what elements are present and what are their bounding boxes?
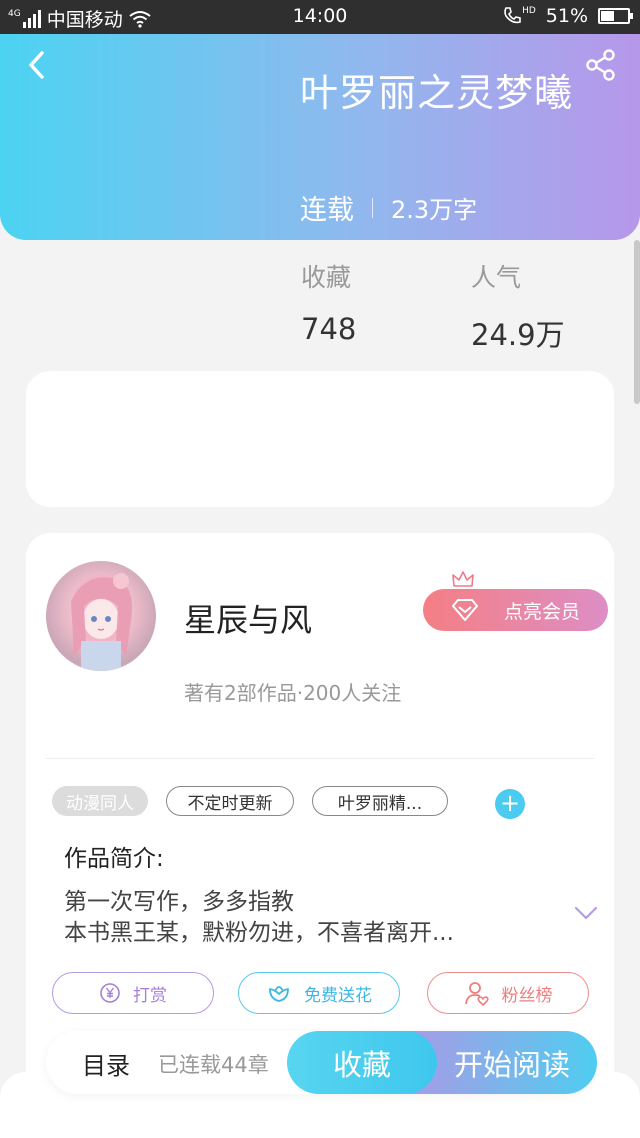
chapter-count[interactable]: 已连载44章 xyxy=(158,1049,269,1079)
avatar[interactable] xyxy=(46,561,156,671)
book-header: 叶罗丽之灵梦曦 连载 2.3万字 xyxy=(0,34,640,240)
collect-label: 收藏 xyxy=(332,1047,391,1082)
popularity-label: 人气 xyxy=(471,263,522,292)
avatar-illustration xyxy=(71,573,132,671)
intro-text[interactable]: 第一次写作，多多指教 本书黑王某，默粉勿进，不喜者离开... xyxy=(64,887,454,949)
author-name[interactable]: 星辰与风 xyxy=(184,595,312,641)
book-title: 叶罗丽之灵梦曦 xyxy=(300,71,574,115)
phone-icon: HD xyxy=(502,6,536,26)
reward-button[interactable]: 打赏 xyxy=(52,972,214,1014)
favorites-label: 收藏 xyxy=(301,263,352,292)
diamond-icon xyxy=(452,599,478,621)
vip-button-label: 点亮会员 xyxy=(503,600,580,623)
word-count: 2.3万字 xyxy=(391,196,478,224)
battery-icon xyxy=(598,8,633,24)
battery-percent: 51% xyxy=(545,5,588,27)
popularity-stat: 人气 24.9万 xyxy=(471,258,565,354)
bottom-action-bar: 目录 已连载44章 开始阅读 收藏 xyxy=(46,1031,597,1094)
book-meta: 连载 2.3万字 xyxy=(300,188,477,227)
serial-status: 连载 xyxy=(300,195,354,226)
toc-button[interactable]: 目录 xyxy=(82,1046,130,1081)
flower-icon xyxy=(269,986,289,1002)
status-right: HD 51% xyxy=(502,5,633,27)
meta-divider xyxy=(372,197,373,218)
scrollbar[interactable] xyxy=(634,240,640,404)
crown-icon xyxy=(452,571,474,587)
intro-line-2: 本书黑王某，默粉勿进，不喜者离开... xyxy=(64,920,454,946)
favorites-value: 748 xyxy=(301,312,357,346)
tag-category[interactable]: 动漫同人 xyxy=(52,786,148,816)
battery-fill xyxy=(601,11,615,21)
tag-series[interactable]: 叶罗丽精... xyxy=(312,786,448,816)
tag-update[interactable]: 不定时更新 xyxy=(166,786,294,816)
favorites-stat: 收藏 748 xyxy=(301,258,356,346)
collect-button[interactable]: 收藏 xyxy=(287,1031,437,1094)
status-bar: 4G 中国移动 14:00 HD 51% xyxy=(0,0,640,34)
intro-line-1: 第一次写作，多多指教 xyxy=(64,889,294,915)
tag-list: 动漫同人 不定时更新 叶罗丽精... xyxy=(52,786,448,816)
fans-label: 粉丝榜 xyxy=(501,985,553,1006)
send-flower-button[interactable]: 免费送花 xyxy=(238,972,400,1014)
author-info: 著有2部作品·200人关注 xyxy=(184,681,402,705)
popularity-value: 24.9万 xyxy=(471,318,565,352)
reward-label: 打赏 xyxy=(133,985,167,1006)
flower-label: 免费送花 xyxy=(304,985,372,1006)
hd-label: HD xyxy=(522,6,536,16)
vip-button[interactable]: 点亮会员 xyxy=(423,589,608,631)
intro-title: 作品简介: xyxy=(64,846,164,872)
back-icon[interactable] xyxy=(20,48,54,82)
user-heart-icon xyxy=(464,982,489,1006)
start-reading-label: 开始阅读 xyxy=(453,1047,570,1082)
plus-icon[interactable]: + xyxy=(495,789,525,819)
yen-icon xyxy=(100,983,120,1003)
fans-ranking-button[interactable]: 粉丝榜 xyxy=(427,972,589,1014)
divider xyxy=(46,758,594,759)
blank-card xyxy=(26,371,614,507)
chevron-down-icon[interactable] xyxy=(574,906,598,920)
